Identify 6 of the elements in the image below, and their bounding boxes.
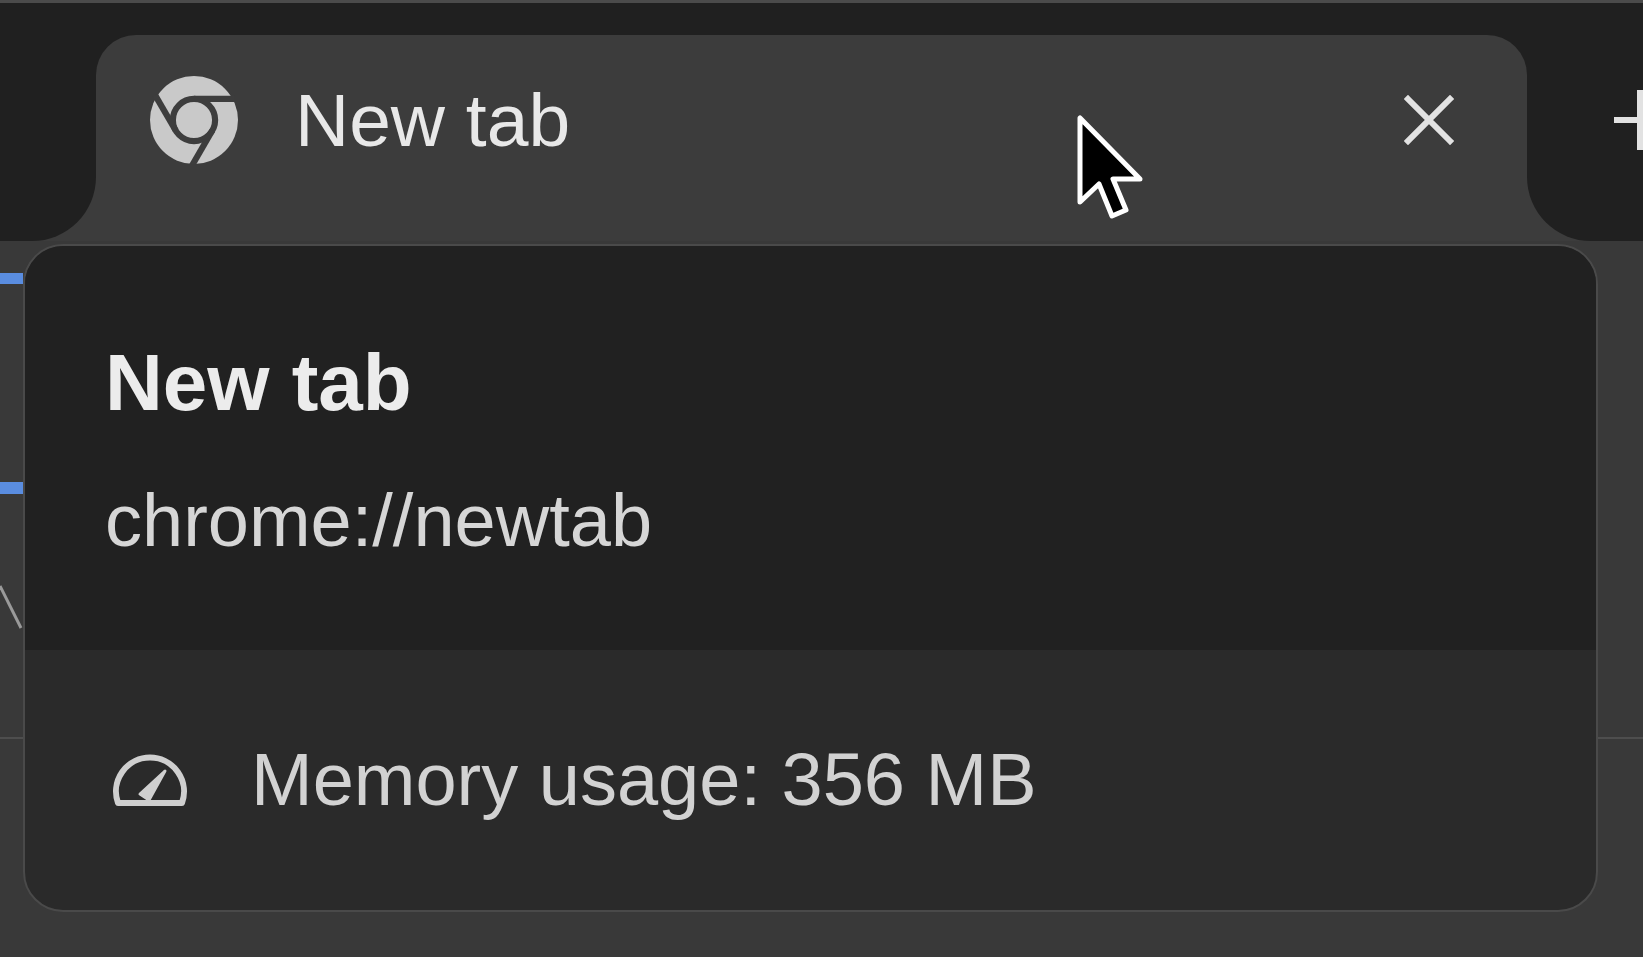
logo-icon — [150, 76, 238, 164]
card-title: New tab — [105, 343, 412, 423]
plus-icon[interactable] — [1614, 90, 1643, 150]
close-icon[interactable] — [1404, 95, 1454, 145]
tab[interactable]: New tab — [96, 35, 1527, 241]
card-url: chrome://newtab — [105, 484, 653, 558]
